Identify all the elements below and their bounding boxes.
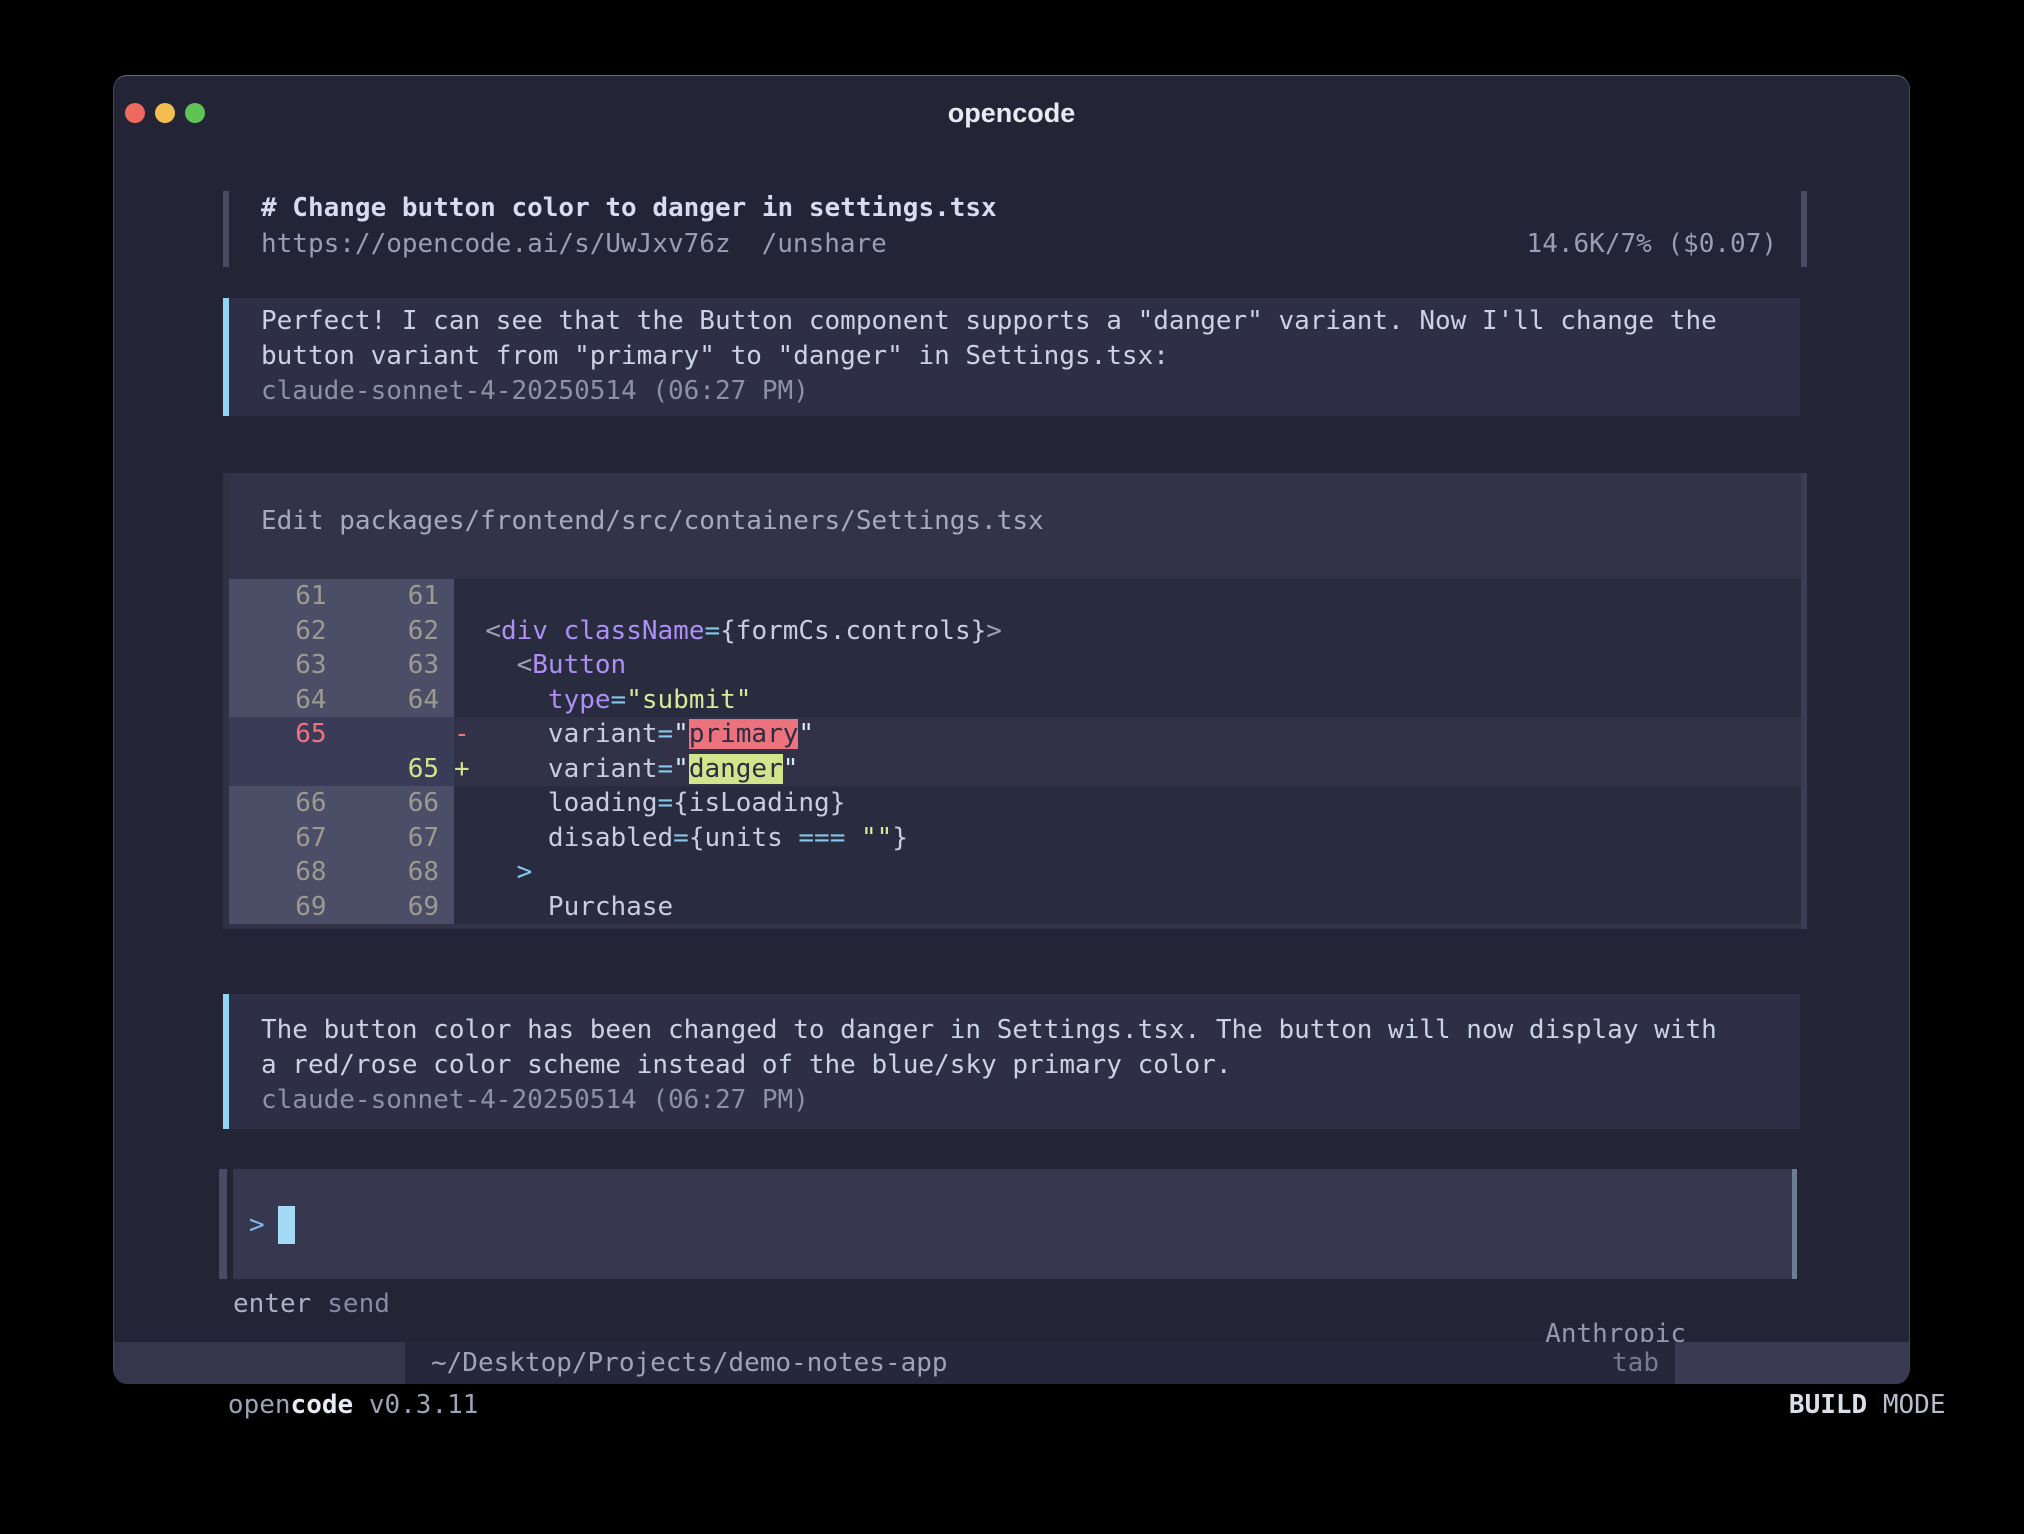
- diff-code-line: + variant="danger": [454, 752, 1801, 787]
- window-title: opencode: [114, 98, 1909, 129]
- new-line-number: 65: [342, 752, 455, 787]
- session-title: # Change button color to danger in setti…: [261, 193, 997, 223]
- new-line-number: 64: [342, 683, 455, 718]
- old-line-number: 63: [229, 648, 342, 683]
- input-left-border: [219, 1169, 227, 1279]
- message-line: The button color has been changed to dan…: [261, 1013, 1780, 1048]
- old-line-number: 62: [229, 614, 342, 649]
- diff-code-line: <Button: [454, 648, 1801, 683]
- old-line-number: 67: [229, 821, 342, 856]
- message-line: a red/rose color scheme instead of the b…: [261, 1048, 1780, 1083]
- new-line-number: 69: [342, 890, 455, 925]
- prompt-symbol: >: [249, 1210, 265, 1240]
- diff-row: 6868 >: [229, 855, 1801, 890]
- mode-chip[interactable]: BUILD MODE: [1675, 1342, 1909, 1384]
- diff-code-line: Purchase: [454, 890, 1801, 925]
- model-timestamp: claude-sonnet-4-20250514 (06:27 PM): [261, 1083, 1780, 1118]
- app-name-open: open: [228, 1390, 291, 1420]
- diff-row: 6262 <div className={formCs.controls}>: [229, 614, 1801, 649]
- new-line-number: 62: [342, 614, 455, 649]
- diff-row: 6666 loading={isLoading}: [229, 786, 1801, 821]
- old-line-number: 66: [229, 786, 342, 821]
- text-cursor: [278, 1206, 295, 1244]
- diff-rows: 6161 6262 <div className={formCs.control…: [229, 579, 1801, 924]
- new-line-number: [342, 717, 455, 752]
- new-line-number: 68: [342, 855, 455, 890]
- app-name-code: code: [291, 1390, 354, 1420]
- old-line-number: 65: [229, 717, 342, 752]
- share-url[interactable]: https://opencode.ai/s/UwJxv76z: [261, 229, 731, 259]
- new-line-number: 67: [342, 821, 455, 856]
- old-line-number: 64: [229, 683, 342, 718]
- opencode-window: opencode # Change button color to danger…: [113, 75, 1910, 1383]
- diff-row: 65 - variant="primary": [229, 717, 1801, 752]
- token-cost-stats: 14.6K/7% ($0.07): [1527, 229, 1777, 259]
- message-lines: The button color has been changed to dan…: [261, 1013, 1780, 1083]
- diff-row: 6767 disabled={units === ""}: [229, 821, 1801, 856]
- diff-code-line: disabled={units === ""}: [454, 821, 1801, 856]
- prompt-input[interactable]: >: [233, 1169, 1797, 1279]
- diff-code-line: - variant="primary": [454, 717, 1801, 752]
- header-left-border: [223, 191, 229, 267]
- new-line-number: 63: [342, 648, 455, 683]
- message-lines: Perfect! I can see that the Button compo…: [261, 304, 1780, 374]
- diff-row: 6969 Purchase: [229, 890, 1801, 925]
- session-header: # Change button color to danger in setti…: [223, 189, 1807, 269]
- diff-code-line: >: [454, 855, 1801, 890]
- assistant-message-2: The button color has been changed to dan…: [223, 994, 1800, 1129]
- diff-row: 65+ variant="danger": [229, 752, 1801, 787]
- app-version-chip: opencode v0.3.11: [114, 1342, 405, 1384]
- diff-row: 6161: [229, 579, 1801, 614]
- old-line-number: 61: [229, 579, 342, 614]
- diff-code-line: [454, 579, 1801, 614]
- tab-key-hint[interactable]: tab: [1612, 1342, 1659, 1384]
- message-line: button variant from "primary" to "danger…: [261, 339, 1780, 374]
- mode-name: BUILD: [1789, 1390, 1867, 1420]
- model-timestamp: claude-sonnet-4-20250514 (06:27 PM): [261, 374, 1780, 409]
- diff-code-line: loading={isLoading}: [454, 786, 1801, 821]
- new-line-number: 66: [342, 786, 455, 821]
- diff-row: 6363 <Button: [229, 648, 1801, 683]
- edit-tool-card: Edit packages/frontend/src/containers/Se…: [223, 473, 1807, 929]
- status-bar: opencode v0.3.11 ~/Desktop/Projects/demo…: [114, 1342, 1909, 1384]
- diff-code-line: type="submit": [454, 683, 1801, 718]
- input-scrollbar[interactable]: [1792, 1169, 1797, 1279]
- edit-file-path: Edit packages/frontend/src/containers/Se…: [261, 506, 1044, 536]
- diff-code-line: <div className={formCs.controls}>: [454, 614, 1801, 649]
- new-line-number: 61: [342, 579, 455, 614]
- assistant-message-1: Perfect! I can see that the Button compo…: [223, 298, 1800, 416]
- app-version: v0.3.11: [353, 1390, 478, 1420]
- working-directory: ~/Desktop/Projects/demo-notes-app: [431, 1342, 948, 1384]
- diff-row: 6464 type="submit": [229, 683, 1801, 718]
- mode-suffix: MODE: [1867, 1390, 1945, 1420]
- old-line-number: 69: [229, 890, 342, 925]
- old-line-number: [229, 752, 342, 787]
- unshare-command[interactable]: /unshare: [762, 229, 887, 259]
- old-line-number: 68: [229, 855, 342, 890]
- message-line: Perfect! I can see that the Button compo…: [261, 304, 1780, 339]
- header-right-border: [1801, 191, 1807, 267]
